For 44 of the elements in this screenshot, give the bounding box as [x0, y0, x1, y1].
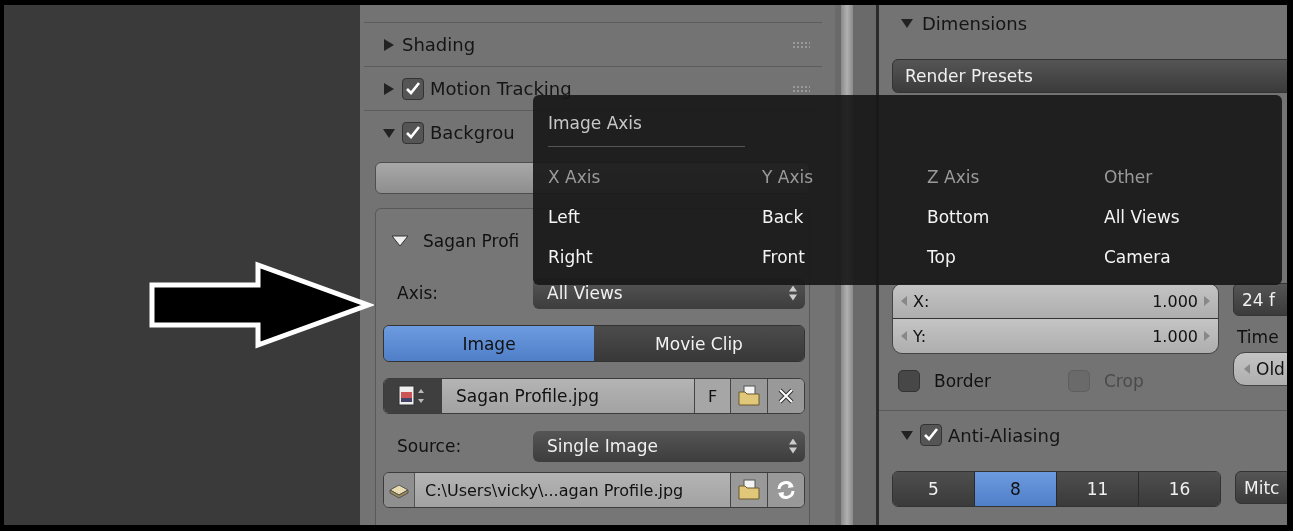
- section-header[interactable]: Anti-Aliasing: [892, 415, 1287, 455]
- section-title: Anti-Aliasing: [948, 424, 1061, 446]
- menu-item[interactable]: Back: [762, 197, 804, 237]
- time-label: Time: [1236, 326, 1280, 349]
- checkbox[interactable]: [920, 424, 942, 446]
- source-tab[interactable]: Movie Clip: [594, 326, 804, 361]
- section-title: Backgrou: [430, 122, 515, 143]
- section-title: Motion Tracking: [430, 78, 572, 99]
- source-tab[interactable]: Image: [384, 326, 594, 361]
- collapse-triangle-icon[interactable]: [391, 235, 409, 247]
- menu-item[interactable]: Right: [548, 237, 593, 277]
- section-title: Dimensions: [922, 12, 1028, 34]
- checkbox-label: Border: [934, 371, 991, 391]
- menu-heading: Z Axis: [927, 166, 980, 189]
- image-name: Sagan Profi: [423, 231, 520, 251]
- menu-heading: Y Axis: [762, 166, 814, 189]
- filter-menu[interactable]: Mitc: [1235, 471, 1287, 504]
- frame-rate-menu[interactable]: 24 f: [1233, 283, 1287, 316]
- section-title: Shading: [402, 34, 476, 55]
- menu-item[interactable]: Bottom: [927, 197, 990, 237]
- checkbox[interactable]: [402, 121, 424, 144]
- menu-item[interactable]: Top: [927, 237, 956, 277]
- checkbox[interactable]: [898, 370, 920, 392]
- menu-item[interactable]: All Views: [1104, 197, 1180, 237]
- menu-title: Image Axis: [548, 113, 643, 133]
- checkbox[interactable]: [402, 77, 424, 100]
- menu-item[interactable]: Camera: [1104, 237, 1171, 277]
- render-presets-menu[interactable]: Render Presets: [892, 59, 1287, 93]
- time-field[interactable]: Old: [1233, 352, 1287, 386]
- menu-heading: X Axis: [548, 166, 601, 189]
- sample-tab[interactable]: 5: [893, 472, 974, 506]
- axis-label: Axis:: [396, 283, 439, 303]
- menu-item[interactable]: Left: [548, 197, 580, 237]
- updown-arrows-icon: [789, 285, 797, 301]
- source-label: Source:: [396, 436, 463, 456]
- sample-tab[interactable]: 11: [1056, 472, 1138, 506]
- sample-tab[interactable]: 8: [974, 472, 1056, 506]
- sample-tab[interactable]: 16: [1138, 472, 1220, 506]
- section-header[interactable]: Dimensions: [892, 5, 1287, 41]
- menu-item[interactable]: Front: [762, 237, 805, 277]
- updown-arrows-icon: [789, 438, 797, 454]
- source-dropdown[interactable]: Single Image: [533, 430, 805, 462]
- section-header[interactable]: Shading: [364, 22, 822, 66]
- menu-heading: Other: [1104, 166, 1153, 189]
